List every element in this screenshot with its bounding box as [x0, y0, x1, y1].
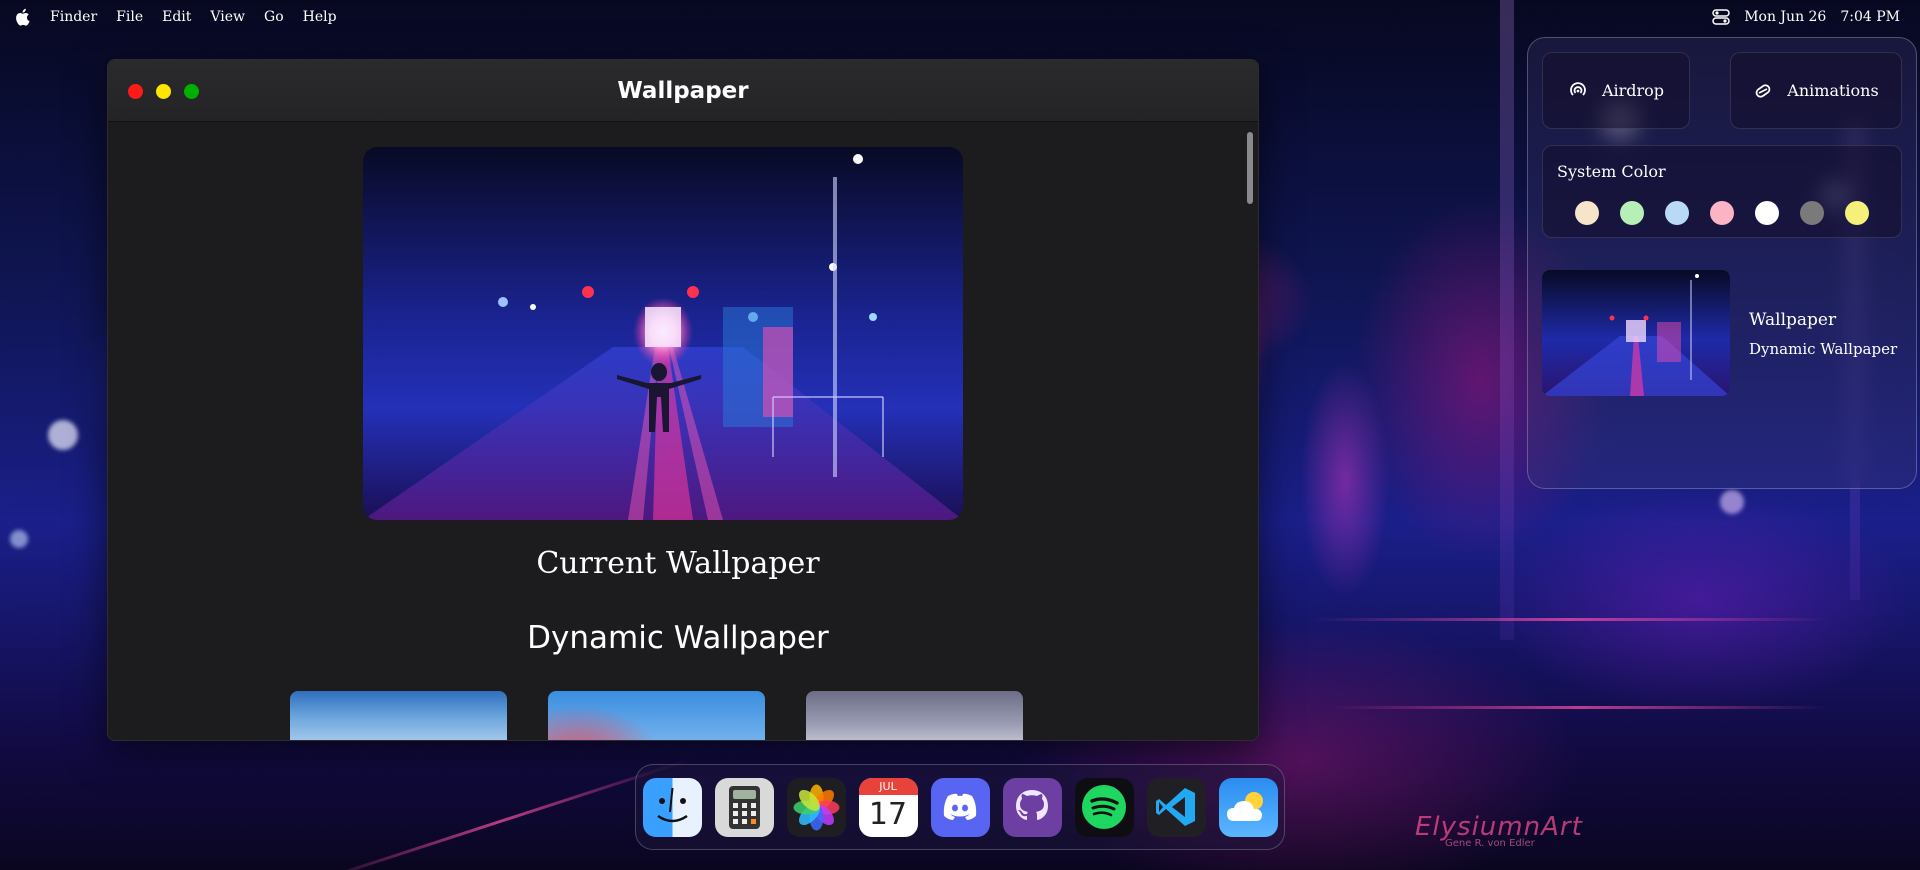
menu-file[interactable]: File	[116, 9, 143, 25]
scrollbar[interactable]	[1247, 132, 1253, 204]
vscode-icon[interactable]	[1146, 777, 1206, 837]
color-swatch-gray[interactable]	[1800, 201, 1824, 225]
color-swatch-green[interactable]	[1620, 201, 1644, 225]
control-center-panel: Airdrop Animations System Color Wallpape…	[1527, 37, 1917, 489]
wallpaper-sublabel: Dynamic Wallpaper	[1749, 340, 1898, 358]
calendar-month: JUL	[858, 777, 918, 795]
color-swatch-blue[interactable]	[1665, 201, 1689, 225]
system-color-title: System Color	[1557, 162, 1666, 181]
github-icon[interactable]	[1002, 777, 1062, 837]
control-center-icon[interactable]	[1712, 8, 1730, 26]
weather-icon[interactable]	[1218, 777, 1278, 837]
color-swatch-yellow[interactable]	[1845, 201, 1869, 225]
menu-finder[interactable]: Finder	[50, 9, 97, 25]
traffic-lights	[128, 84, 199, 99]
dynamic-wallpaper-thumb-3[interactable]	[806, 691, 1023, 740]
color-swatch-white[interactable]	[1755, 201, 1779, 225]
calculator-icon[interactable]	[714, 777, 774, 837]
minimize-button[interactable]	[156, 84, 171, 99]
finder-icon[interactable]	[642, 777, 702, 837]
window-title: Wallpaper	[617, 77, 749, 104]
discord-icon[interactable]	[930, 777, 990, 837]
current-wallpaper-image	[363, 147, 963, 520]
animations-label: Animations	[1787, 81, 1879, 100]
spotify-icon[interactable]	[1074, 777, 1134, 837]
animations-icon	[1753, 81, 1773, 101]
wallpaper-window: Wallpaper Current Wallpaper Dynamic Wall…	[107, 59, 1259, 741]
watermark: ElysiumnArt Gene R. von Edler	[1415, 812, 1583, 849]
airdrop-label: Airdrop	[1601, 81, 1665, 100]
dynamic-wallpaper-list	[290, 691, 1023, 740]
calendar-day: 17	[868, 796, 908, 832]
maximize-button[interactable]	[184, 84, 199, 99]
menu-go[interactable]: Go	[264, 9, 284, 25]
menu-edit[interactable]: Edit	[162, 9, 191, 25]
menu-view[interactable]: View	[210, 9, 245, 25]
photos-icon[interactable]	[786, 777, 846, 837]
system-color-tile: System Color	[1542, 145, 1902, 238]
wallpaper-preview-thumb[interactable]	[1542, 270, 1730, 396]
calendar-icon[interactable]: JUL 17	[858, 777, 918, 837]
window-titlebar[interactable]: Wallpaper	[108, 60, 1258, 122]
menu-time[interactable]: 7:04 PM	[1840, 9, 1900, 25]
animations-button[interactable]: Animations	[1730, 52, 1902, 129]
dock: JUL 17	[635, 764, 1285, 850]
window-content: Current Wallpaper Dynamic Wallpaper	[108, 122, 1258, 740]
dynamic-wallpaper-thumb-1[interactable]	[290, 691, 507, 740]
color-swatch-cream[interactable]	[1575, 201, 1599, 225]
menu-bar: Finder File Edit View Go Help Mon Jun 26…	[0, 0, 1920, 34]
close-button[interactable]	[128, 84, 143, 99]
dynamic-wallpaper-heading: Dynamic Wallpaper	[527, 620, 829, 656]
menu-date[interactable]: Mon Jun 26	[1744, 9, 1826, 25]
color-swatch-pink[interactable]	[1710, 201, 1734, 225]
airdrop-button[interactable]: Airdrop	[1542, 52, 1690, 129]
apple-icon[interactable]	[14, 8, 32, 26]
menu-help[interactable]: Help	[303, 9, 337, 25]
dynamic-wallpaper-thumb-2[interactable]	[548, 691, 765, 740]
current-wallpaper-caption: Current Wallpaper	[536, 546, 820, 581]
wallpaper-label: Wallpaper	[1749, 310, 1837, 330]
system-color-swatches	[1575, 201, 1869, 225]
airdrop-icon	[1568, 81, 1588, 101]
